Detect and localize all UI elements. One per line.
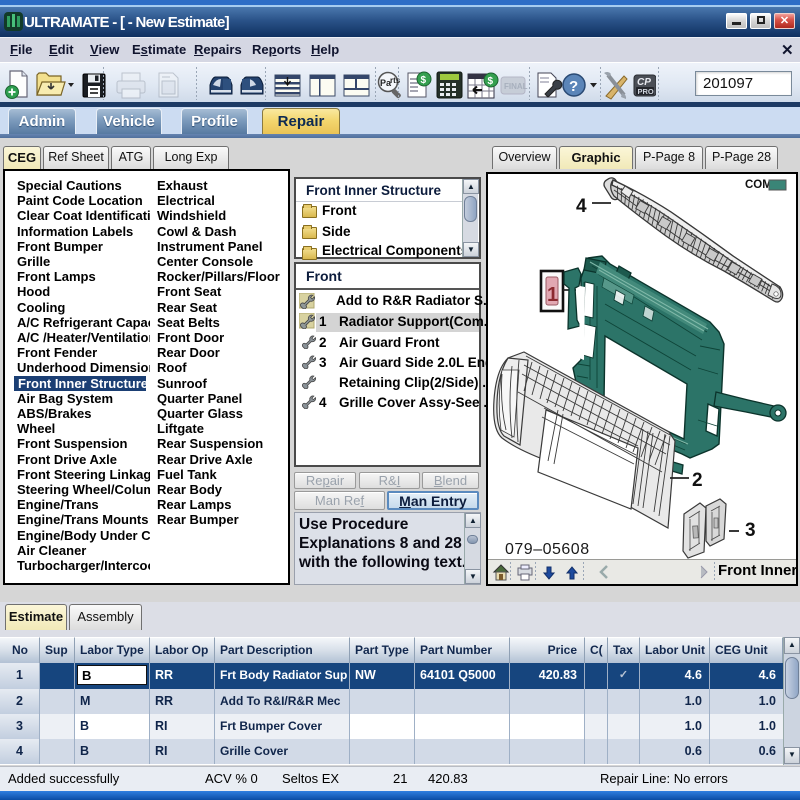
svg-text:$: $	[421, 75, 427, 86]
svg-text:079–05608: 079–05608	[505, 541, 590, 558]
svg-text:PRO: PRO	[638, 87, 654, 96]
svg-text:?: ?	[569, 78, 578, 95]
svg-text:rts: rts	[390, 76, 401, 85]
svg-text:$: $	[488, 76, 494, 87]
svg-text:FINAL: FINAL	[504, 82, 528, 91]
svg-text:3: 3	[745, 520, 756, 541]
svg-text:1: 1	[547, 284, 558, 306]
svg-text:COM: COM	[745, 179, 772, 191]
svg-text:4: 4	[576, 196, 587, 217]
svg-text:2: 2	[692, 470, 703, 491]
